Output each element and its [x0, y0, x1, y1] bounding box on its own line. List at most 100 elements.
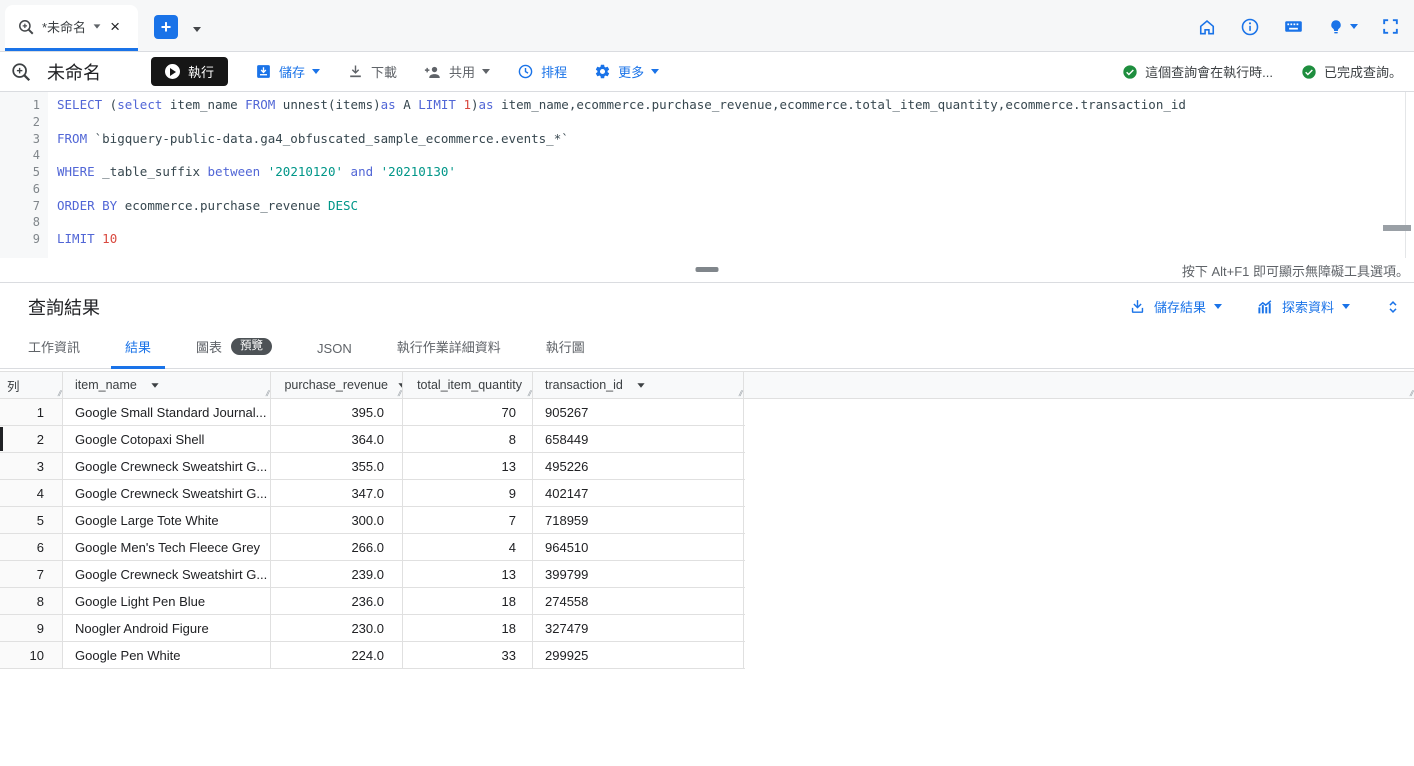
column-header-total-item-quantity[interactable]: total_item_quantity: [403, 372, 533, 398]
editor-scrollbar-thumb[interactable]: [1383, 225, 1411, 231]
tab-json[interactable]: JSON: [303, 341, 366, 368]
tab-job-information[interactable]: 工作資訊: [14, 337, 94, 368]
table-cell: 18: [403, 588, 533, 614]
code-line[interactable]: 7 ORDER BY ecommerce.purchase_revenue DES…: [0, 198, 1414, 215]
row-number-cell: 3: [0, 453, 63, 479]
row-number-cell: 8: [0, 588, 63, 614]
code-line[interactable]: 6: [0, 181, 1414, 198]
save-icon: [255, 63, 272, 80]
new-tab-button[interactable]: +: [154, 15, 178, 39]
table-cell: 7: [403, 507, 533, 533]
results-table-body: 1 Google Small Standard Journal... 395.0 70…: [0, 399, 745, 669]
code-area: 1 SELECT (select item_name FROM unnest(it…: [0, 97, 1414, 248]
table-row[interactable]: 7 Google Crewneck Sweatshirt G... 239.0 13 3…: [0, 561, 745, 588]
more-button[interactable]: 更多: [594, 62, 660, 81]
fullscreen-icon[interactable]: [1381, 17, 1400, 36]
row-number-cell: 5: [0, 507, 63, 533]
code-line[interactable]: 4: [0, 147, 1414, 164]
chart-icon: [1256, 298, 1274, 316]
table-cell: 274558: [533, 588, 744, 614]
code-line[interactable]: 1 SELECT (select item_name FROM unnest(it…: [0, 97, 1414, 114]
tab-execution-graph[interactable]: 執行圖: [532, 337, 599, 368]
sort-caret-icon[interactable]: [151, 382, 159, 388]
column-header-row[interactable]: 列: [0, 372, 63, 398]
row-number-cell: 6: [0, 534, 63, 560]
run-query-button[interactable]: 執行: [151, 57, 229, 86]
tab-menu-caret-icon[interactable]: [93, 24, 101, 29]
code-text: LIMIT 10: [57, 231, 118, 246]
code-text: ORDER BY ecommerce.purchase_revenue DESC: [57, 197, 359, 213]
download-icon: [347, 63, 364, 80]
sql-editor[interactable]: 1 SELECT (select item_name FROM unnest(it…: [0, 92, 1414, 258]
query-validation-status[interactable]: 這個查詢會在執行時...: [1122, 62, 1273, 81]
line-number: 6: [32, 181, 40, 196]
code-line[interactable]: 8: [0, 214, 1414, 231]
close-tab-icon[interactable]: ×: [110, 18, 120, 35]
splitter-drag-handle[interactable]: [695, 267, 719, 272]
query-tab[interactable]: *未命名 ×: [5, 5, 138, 51]
line-number: 7: [32, 198, 40, 213]
code-line[interactable]: 3 FROM `bigquery-public-data.ga4_obfuscat…: [0, 131, 1414, 148]
column-header-purchase-revenue[interactable]: purchase_revenue: [271, 372, 403, 398]
schedule-button[interactable]: 排程: [517, 62, 567, 81]
home-icon[interactable]: [1197, 17, 1217, 37]
table-cell: 300.0: [271, 507, 403, 533]
share-button[interactable]: 共用: [424, 62, 491, 81]
bigquery-icon: [10, 61, 32, 83]
table-cell: Google Cotopaxi Shell: [63, 426, 271, 452]
code-text: FROM `bigquery-public-data.ga4_obfuscate…: [57, 130, 569, 146]
suggestions-button[interactable]: [1327, 18, 1358, 36]
column-header-item-name[interactable]: item_name: [63, 372, 271, 398]
save-results-button[interactable]: 儲存結果: [1129, 297, 1222, 316]
new-tab-menu-caret-icon[interactable]: [193, 27, 201, 32]
table-row[interactable]: 6 Google Men's Tech Fleece Grey 266.0 4 9645…: [0, 534, 745, 561]
table-row[interactable]: 10 Google Pen White 224.0 33 299925: [0, 642, 745, 669]
table-cell: 239.0: [271, 561, 403, 587]
query-complete-status[interactable]: 已完成查詢。: [1301, 62, 1402, 81]
expand-collapse-icon[interactable]: [1384, 298, 1402, 316]
tab-execution-details[interactable]: 執行作業詳細資料: [383, 337, 515, 368]
more-menu-caret-icon: [651, 69, 660, 74]
table-row[interactable]: 9 Noogler Android Figure 230.0 18 327479: [0, 615, 745, 642]
table-cell: 70: [403, 399, 533, 425]
table-cell: 395.0: [271, 399, 403, 425]
table-cell: 402147: [533, 480, 744, 506]
table-cell: Google Light Pen Blue: [63, 588, 271, 614]
save-menu-caret-icon: [312, 69, 321, 74]
table-cell: Google Men's Tech Fleece Grey: [63, 534, 271, 560]
column-header-transaction-id[interactable]: transaction_id: [533, 372, 744, 398]
table-cell: Google Crewneck Sweatshirt G...: [63, 561, 271, 587]
table-cell: 236.0: [271, 588, 403, 614]
sort-caret-icon[interactable]: [637, 382, 645, 388]
line-number: 8: [32, 215, 40, 230]
table-row[interactable]: 5 Google Large Tote White 300.0 7 718959: [0, 507, 745, 534]
preview-badge: 預覽: [231, 337, 273, 356]
code-line[interactable]: 5 WHERE _table_suffix between '20210120' …: [0, 164, 1414, 181]
tab-results[interactable]: 結果: [111, 337, 166, 369]
table-row[interactable]: 4 Google Crewneck Sweatshirt G... 347.0 9 40…: [0, 480, 745, 507]
table-row[interactable]: 8 Google Light Pen Blue 236.0 18 274558: [0, 588, 745, 615]
table-cell: 230.0: [271, 615, 403, 641]
line-number: 4: [32, 148, 40, 163]
code-line[interactable]: 9 LIMIT 10: [0, 231, 1414, 248]
code-text: SELECT (select item_name FROM unnest(ite…: [57, 97, 1186, 112]
code-line[interactable]: 2: [0, 114, 1414, 131]
row-number-cell: 2: [0, 426, 63, 452]
table-row[interactable]: 1 Google Small Standard Journal... 395.0 70…: [0, 399, 745, 426]
save-button[interactable]: 儲存: [255, 62, 321, 81]
download-button[interactable]: 下載: [347, 62, 397, 81]
keyboard-shortcuts-icon[interactable]: [1283, 16, 1304, 37]
results-header: 查詢結果 儲存結果 探索資料: [0, 283, 1414, 330]
explore-data-button[interactable]: 探索資料: [1256, 297, 1350, 316]
gear-icon: [594, 63, 611, 80]
table-row[interactable]: 2 Google Cotopaxi Shell 364.0 8 658449: [0, 426, 745, 453]
table-cell: 13: [403, 453, 533, 479]
table-cell: Google Small Standard Journal...: [63, 399, 271, 425]
info-icon[interactable]: [1240, 17, 1260, 37]
tab-chart[interactable]: 圖表 預覽: [182, 337, 286, 368]
row-number-cell: 10: [0, 642, 63, 668]
table-cell: 347.0: [271, 480, 403, 506]
table-cell: 266.0: [271, 534, 403, 560]
accessibility-hint: 按下 Alt+F1 即可顯示無障礙工具選項。: [1181, 263, 1409, 279]
table-row[interactable]: 3 Google Crewneck Sweatshirt G... 355.0 13 4…: [0, 453, 745, 480]
